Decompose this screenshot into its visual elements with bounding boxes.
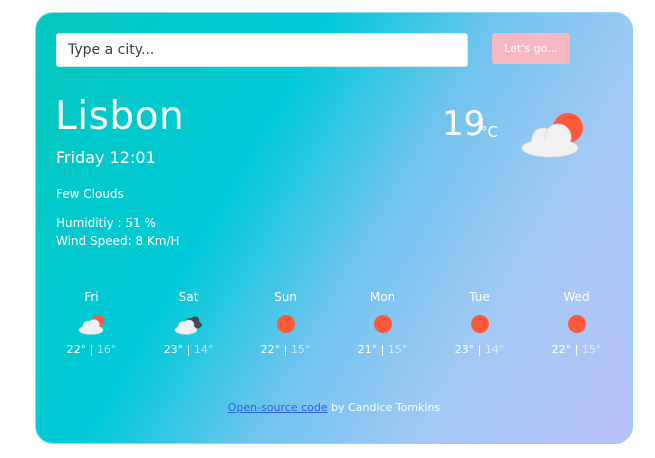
forecast-row: Fri 22° | 16° Sat 23° | 14° Sun 22° | 15… (43, 289, 627, 369)
forecast-day: Wed 22° | 15° (528, 289, 625, 369)
forecast-day-name: Sun (274, 290, 297, 304)
forecast-min: 15° (387, 343, 408, 356)
city-search-input[interactable] (56, 33, 468, 67)
sun-icon (567, 315, 586, 333)
forecast-day: Tue 23° | 14° (431, 289, 528, 369)
sun-icon (373, 315, 392, 333)
forecast-day: Sun 22° | 15° (237, 289, 334, 369)
forecast-day: Fri 22° | 16° (43, 289, 140, 369)
forecast-min: 15° (581, 343, 602, 356)
forecast-max: 22° (551, 343, 572, 356)
wind-speed-text: Wind Speed: 8 Km/H (56, 234, 180, 248)
forecast-min: 14° (193, 343, 214, 356)
forecast-temps: 22° | 15° (551, 343, 602, 356)
sun-icon (470, 315, 489, 333)
current-datetime: Friday 12:01 (56, 148, 156, 167)
forecast-temps: 23° | 14° (454, 343, 505, 356)
city-name: Lisbon (55, 94, 185, 139)
forecast-max: 21° (357, 343, 378, 356)
forecast-day-name: Fri (84, 290, 99, 304)
forecast-max: 22° (66, 343, 87, 356)
forecast-day-name: Wed (563, 290, 590, 304)
forecast-max: 23° (454, 343, 475, 356)
forecast-day-name: Mon (369, 290, 396, 304)
forecast-max: 22° (260, 343, 281, 356)
temperature-unit: °C (480, 123, 498, 141)
footer-credit: Open-source code by Candice Tomkins (36, 401, 632, 414)
open-source-link[interactable]: Open-source code (228, 401, 328, 414)
forecast-day-name: Sat (178, 290, 199, 304)
forecast-min: 14° (484, 343, 505, 356)
forecast-temps: 21° | 15° (357, 343, 408, 356)
forecast-day: Mon 21° | 15° (334, 289, 431, 369)
sun-behind-cloud-icon (78, 315, 104, 335)
sun-icon (276, 315, 295, 333)
humidity-text: Humiditiy : 51 % (56, 216, 156, 230)
author-credit: by Candice Tomkins (327, 401, 441, 414)
forecast-temps: 22° | 15° (260, 343, 311, 356)
current-temperature: 19 (442, 104, 486, 144)
forecast-temps: 22° | 16° (66, 343, 117, 356)
forecast-max: 23° (163, 343, 184, 356)
forecast-day-name: Tue (469, 290, 490, 304)
forecast-day: Sat 23° | 14° (140, 289, 237, 369)
weather-description: Few Clouds (56, 187, 124, 201)
broken-clouds-icon (174, 316, 202, 335)
forecast-min: 15° (290, 343, 311, 356)
sun-behind-cloud-icon (521, 113, 583, 158)
search-submit-button[interactable]: Let's go... (492, 33, 570, 64)
forecast-temps: 23° | 14° (163, 343, 214, 356)
forecast-min: 16° (96, 343, 117, 356)
weather-card: Let's go... Lisbon Friday 12:01 Few Clou… (35, 12, 633, 444)
